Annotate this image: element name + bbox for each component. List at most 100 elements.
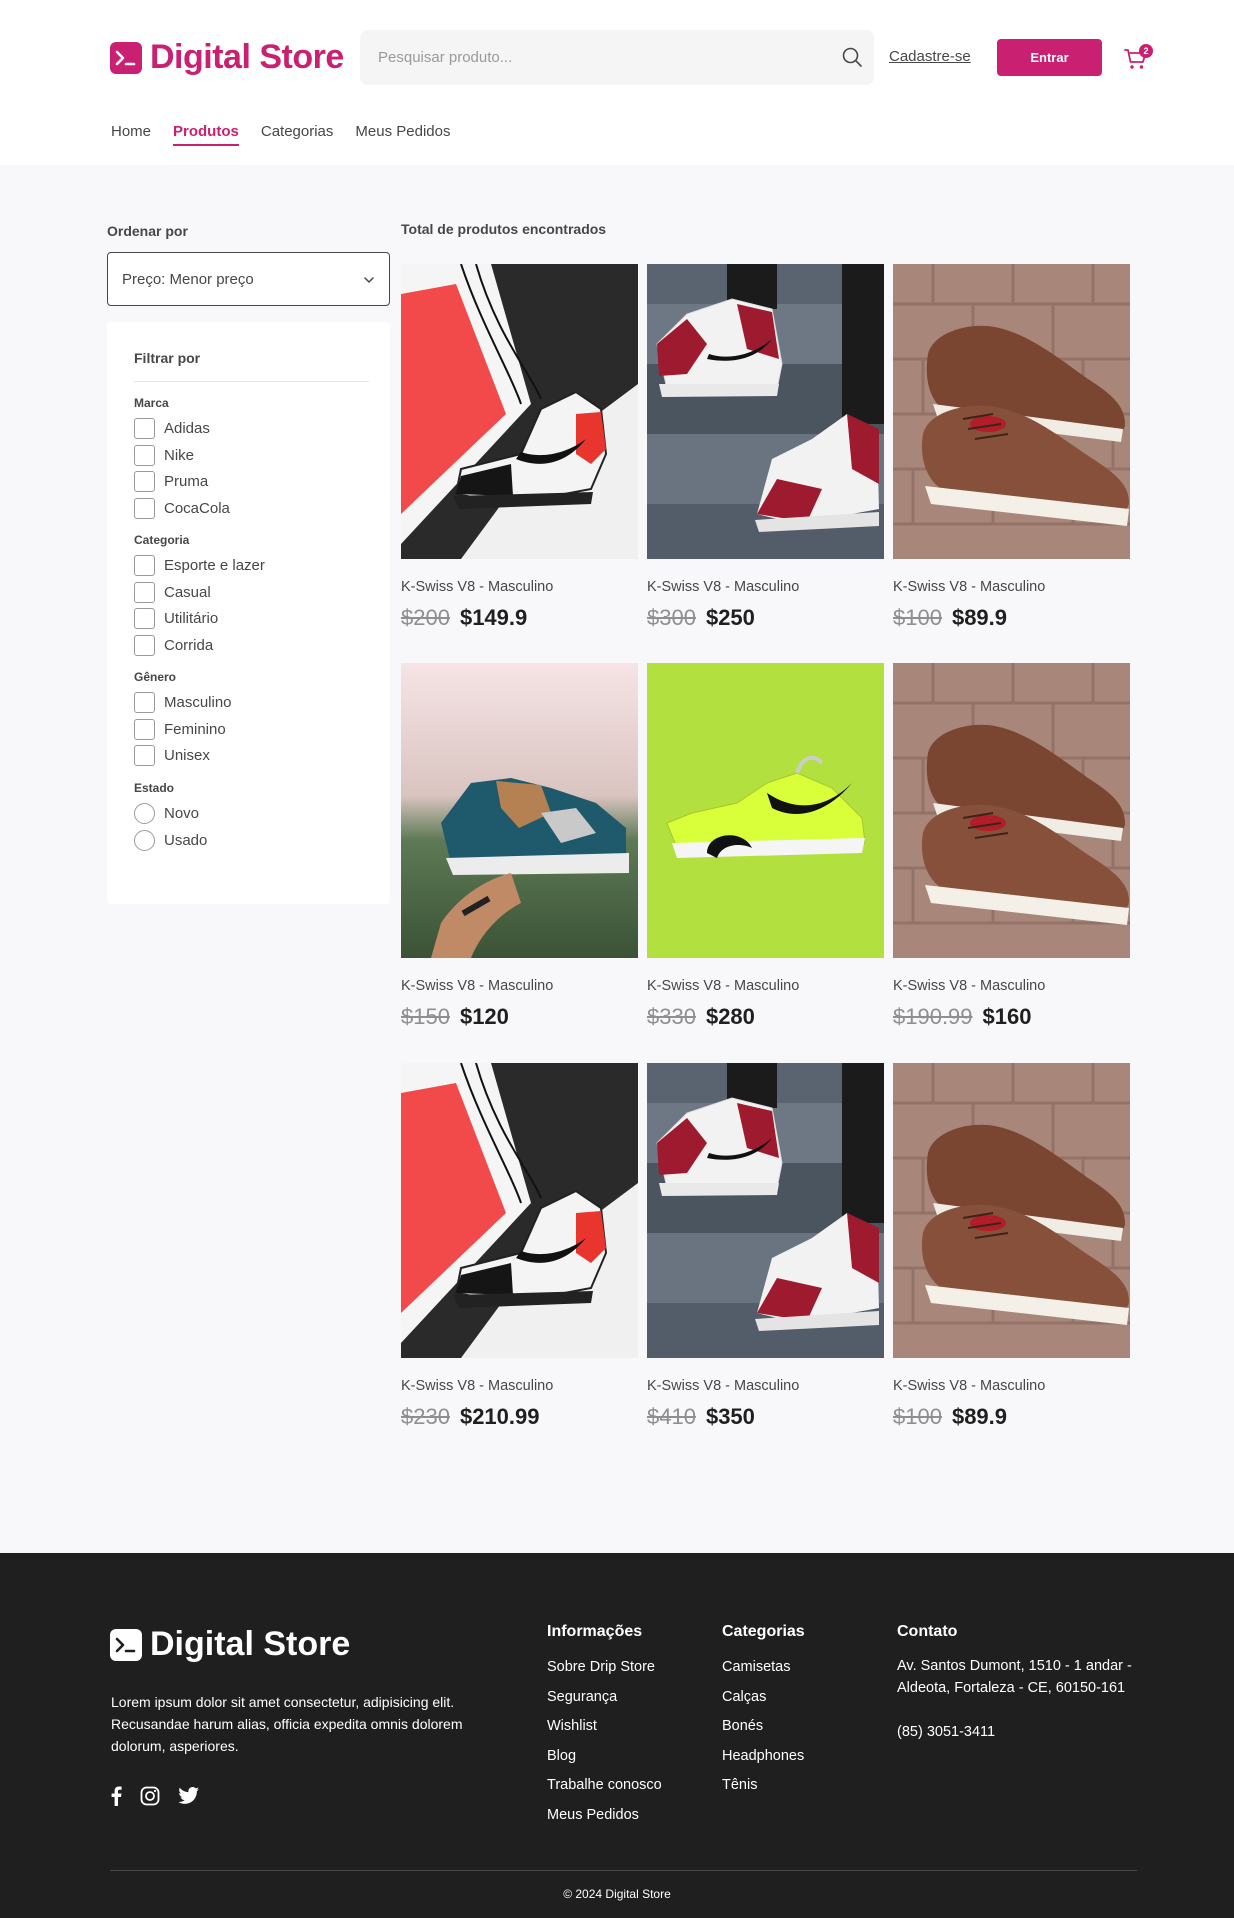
- signup-link[interactable]: Cadastre-se: [889, 48, 971, 65]
- filter-option-brand[interactable]: CocaCola: [134, 498, 230, 520]
- footer-link-category[interactable]: Bonés: [722, 1718, 805, 1748]
- checkbox[interactable]: [134, 418, 155, 439]
- product-name[interactable]: K-Swiss V8 - Masculino: [401, 579, 638, 595]
- radio-button[interactable]: [134, 829, 155, 851]
- product-name[interactable]: K-Swiss V8 - Masculino: [893, 978, 1130, 994]
- checkbox[interactable]: [134, 608, 155, 630]
- product-image[interactable]: [893, 264, 1130, 559]
- filter-option-gender[interactable]: Feminino: [134, 718, 226, 740]
- checkbox[interactable]: [134, 635, 155, 657]
- login-button[interactable]: Entrar: [997, 39, 1102, 76]
- product-card[interactable]: K-Swiss V8 - Masculino $200 $149.9: [401, 264, 638, 631]
- footer-link-category[interactable]: Calças: [722, 1689, 805, 1719]
- filter-option-label: Feminino: [164, 720, 226, 738]
- product-name[interactable]: K-Swiss V8 - Masculino: [893, 1378, 1130, 1394]
- product-name[interactable]: K-Swiss V8 - Masculino: [893, 579, 1130, 595]
- site-header: Digital Store Cadastre-se Entrar 2 Home P…: [0, 0, 1234, 165]
- product-card[interactable]: K-Swiss V8 - Masculino $330 $280: [647, 663, 884, 1030]
- checkbox[interactable]: [134, 692, 155, 713]
- product-card[interactable]: K-Swiss V8 - Masculino $410 $350: [647, 1063, 884, 1430]
- social-links: [110, 1786, 200, 1806]
- facebook-icon[interactable]: [110, 1786, 122, 1806]
- product-card[interactable]: K-Swiss V8 - Masculino $190.99 $160: [893, 663, 1130, 1030]
- checkbox[interactable]: [134, 498, 155, 520]
- product-price: $200 $149.9: [401, 605, 638, 631]
- filter-option-gender[interactable]: Masculino: [134, 692, 232, 713]
- nav-meus-pedidos[interactable]: Meus Pedidos: [355, 123, 450, 146]
- nav-home[interactable]: Home: [111, 123, 151, 146]
- footer-link-info[interactable]: Wishlist: [547, 1718, 662, 1748]
- footer-link-info[interactable]: Sobre Drip Store: [547, 1659, 662, 1689]
- twitter-icon[interactable]: [178, 1787, 200, 1805]
- filter-option-label: Novo: [164, 805, 200, 822]
- product-card[interactable]: K-Swiss V8 - Masculino $230 $210.99: [401, 1063, 638, 1430]
- search-icon[interactable]: [838, 43, 866, 71]
- filter-option-condition[interactable]: Usado: [134, 829, 207, 851]
- footer-link-category[interactable]: Headphones: [722, 1748, 805, 1778]
- product-image[interactable]: [647, 264, 884, 559]
- nav-produtos[interactable]: Produtos: [173, 123, 239, 146]
- footer-link-info[interactable]: Blog: [547, 1748, 662, 1778]
- product-image[interactable]: [893, 1063, 1130, 1358]
- filter-option-brand[interactable]: Adidas: [134, 418, 210, 439]
- checkbox[interactable]: [134, 471, 155, 493]
- filter-option-gender[interactable]: Unisex: [134, 745, 210, 767]
- product-image[interactable]: [893, 663, 1130, 958]
- filter-option-category[interactable]: Corrida: [134, 635, 213, 657]
- product-card[interactable]: K-Swiss V8 - Masculino $100 $89.9: [893, 1063, 1130, 1430]
- radio-button[interactable]: [134, 803, 155, 824]
- filter-option-brand[interactable]: Pruma: [134, 471, 208, 493]
- chevron-down-icon: [364, 277, 374, 284]
- search-input[interactable]: [378, 30, 808, 85]
- checkbox[interactable]: [134, 555, 155, 576]
- filter-option-brand[interactable]: Nike: [134, 444, 195, 466]
- product-name[interactable]: K-Swiss V8 - Masculino: [647, 579, 884, 595]
- footer-info-column: Informações Sobre Drip Store Segurança Wis…: [547, 1623, 662, 1836]
- product-image[interactable]: [401, 1063, 638, 1358]
- product-name[interactable]: K-Swiss V8 - Masculino: [401, 978, 638, 994]
- product-card[interactable]: K-Swiss V8 - Masculino $300 $250: [647, 264, 884, 631]
- checkbox[interactable]: [134, 718, 155, 740]
- sort-select[interactable]: Preço: Menor preço: [107, 252, 390, 306]
- product-current-price: $120: [459, 1004, 509, 1029]
- product-card[interactable]: K-Swiss V8 - Masculino $100 $89.9: [893, 264, 1130, 631]
- footer-link-info[interactable]: Segurança: [547, 1689, 662, 1719]
- footer-description: Lorem ipsum dolor sit amet consectetur, …: [111, 1694, 463, 1754]
- product-image[interactable]: [647, 1063, 884, 1358]
- filter-option-label: Nike: [164, 446, 195, 464]
- product-price: $300 $250: [647, 605, 884, 631]
- product-card[interactable]: K-Swiss V8 - Masculino $150 $120: [401, 663, 638, 1030]
- product-current-price: $89.9: [951, 1404, 1008, 1429]
- product-current-price: $280: [705, 1004, 755, 1029]
- product-name[interactable]: K-Swiss V8 - Masculino: [647, 978, 884, 994]
- nav-categorias[interactable]: Categorias: [261, 123, 334, 146]
- filter-option-category[interactable]: Esporte e lazer: [134, 555, 265, 576]
- product-image[interactable]: [401, 663, 638, 958]
- footer-link-info[interactable]: Meus Pedidos: [547, 1807, 662, 1837]
- product-old-price: $230: [401, 1404, 450, 1429]
- footer-categories-title: Categorias: [722, 1623, 805, 1640]
- product-name[interactable]: K-Swiss V8 - Masculino: [401, 1378, 638, 1394]
- footer-link-category[interactable]: Camisetas: [722, 1659, 805, 1689]
- checkbox[interactable]: [134, 444, 155, 466]
- filter-option-label: Unisex: [164, 747, 210, 765]
- product-image[interactable]: [647, 663, 884, 958]
- filter-option-category[interactable]: Casual: [134, 581, 211, 603]
- product-name[interactable]: K-Swiss V8 - Masculino: [647, 1378, 884, 1394]
- filter-option-category[interactable]: Utilitário: [134, 608, 218, 630]
- footer-categories-column: Categorias Camisetas Calças Bonés Headphone…: [722, 1623, 805, 1807]
- product-price: $410 $350: [647, 1404, 884, 1430]
- instagram-icon[interactable]: [140, 1786, 160, 1806]
- product-image[interactable]: [401, 264, 638, 559]
- footer-link-info[interactable]: Trabalhe conosco: [547, 1777, 662, 1807]
- footer-logo[interactable]: Digital Store: [110, 1625, 350, 1664]
- cart-button[interactable]: 2: [1124, 44, 1154, 75]
- site-logo[interactable]: Digital Store: [110, 38, 344, 77]
- product-current-price: $160: [982, 1004, 1032, 1029]
- cart-count-badge: 2: [1139, 44, 1153, 58]
- footer-link-category[interactable]: Tênis: [722, 1777, 805, 1807]
- filter-option-condition[interactable]: Novo: [134, 803, 199, 824]
- product-old-price: $330: [647, 1004, 696, 1029]
- checkbox[interactable]: [134, 581, 155, 603]
- checkbox[interactable]: [134, 745, 155, 767]
